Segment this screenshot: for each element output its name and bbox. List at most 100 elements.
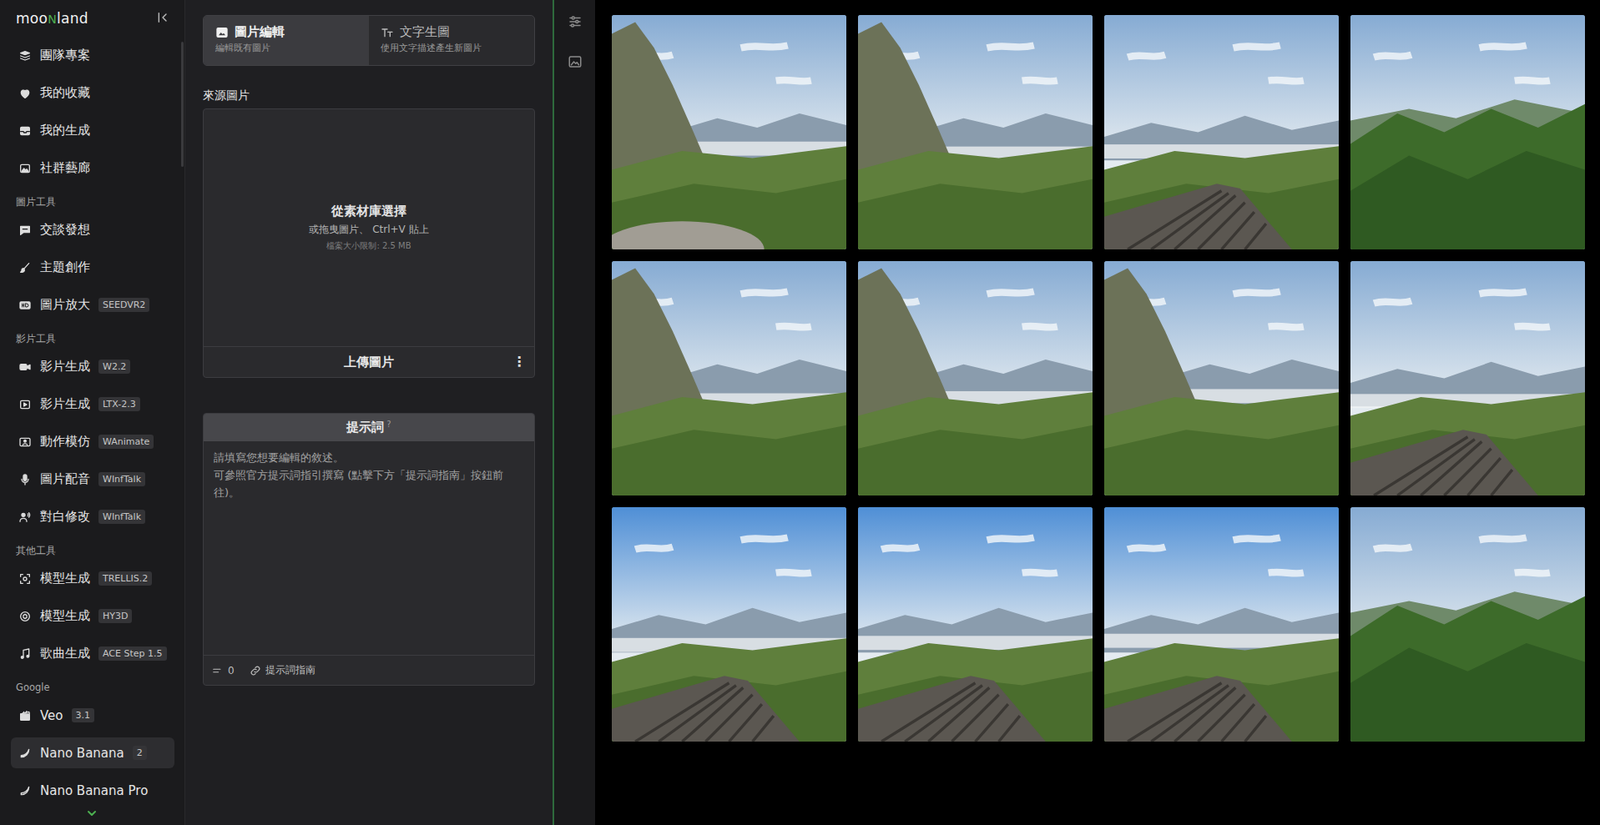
- sidebar-item[interactable]: 模型生成TRELLIS.2: [10, 560, 175, 598]
- sidebar-label: 交談發想: [40, 222, 91, 238]
- speaker-icon: [18, 510, 32, 525]
- sliders-icon: [567, 14, 583, 30]
- video-camera-icon: [18, 360, 32, 374]
- sidebar-item[interactable]: 社群藝廊: [10, 149, 175, 187]
- mode-tab[interactable]: 圖片編輯編輯既有圖片: [203, 15, 369, 66]
- generated-image[interactable]: [1350, 261, 1585, 496]
- mic-icon: [18, 473, 32, 487]
- sidebar-label: 我的收藏: [40, 85, 91, 101]
- prompt-header: 提示詞?: [203, 413, 535, 442]
- sidebar-item[interactable]: 圖片放大 SEEDVR2: [10, 286, 175, 324]
- settings-button[interactable]: [567, 14, 583, 30]
- logo-part: moo: [15, 10, 48, 27]
- generated-image[interactable]: [611, 507, 847, 742]
- prompt-footer: 0提示詞指南: [203, 655, 535, 686]
- prompt-box: 提示詞? 0提示詞指南: [202, 413, 536, 687]
- sidebar-item[interactable]: Veo3.1: [10, 696, 175, 735]
- version-badge: WInfTalk: [98, 472, 146, 487]
- image-grid: [611, 15, 1585, 742]
- logo-row: mooNland: [10, 0, 175, 37]
- image-icon: [215, 25, 229, 40]
- section-header: 圖片工具: [10, 186, 175, 212]
- sidebar-item[interactable]: 影片生成W2.2: [10, 348, 175, 386]
- sidebar-item[interactable]: 主題創作: [10, 248, 175, 287]
- inbox-icon: [18, 124, 32, 138]
- generated-image[interactable]: [611, 15, 847, 250]
- version-badge: WInfTalk: [98, 509, 146, 525]
- scan-icon: [18, 572, 32, 586]
- help-button[interactable]: ?: [386, 419, 391, 430]
- generated-image[interactable]: [1104, 507, 1339, 742]
- logo-part: N: [47, 12, 57, 26]
- tab-title: 文字生圖: [380, 24, 523, 41]
- sidebar-item[interactable]: 影片生成LTX-2.3: [10, 385, 175, 424]
- sidebar-item[interactable]: 交談發想: [10, 211, 175, 249]
- sidebar-label: 歌曲生成: [40, 646, 91, 662]
- generated-image[interactable]: [858, 15, 1093, 250]
- sidebar-item[interactable]: 歌曲生成 ACE Step 1.5: [10, 635, 175, 673]
- generated-image[interactable]: [611, 261, 847, 496]
- hd-icon: [18, 298, 32, 313]
- tab-subtitle: 使用文字描述產生新圖片: [380, 42, 523, 55]
- sidebar-label: 圖片放大: [40, 297, 91, 313]
- sidebar-label: Nano Banana: [40, 746, 125, 762]
- link-icon: [249, 665, 262, 677]
- sidebar-label: 動作模仿: [40, 434, 91, 450]
- mode-tab[interactable]: 文字生圖使用文字描述產生新圖片: [368, 15, 535, 66]
- logo[interactable]: mooNland: [15, 10, 89, 27]
- upload-button[interactable]: 上傳圖片 ⋮: [203, 347, 535, 378]
- section-header: 影片工具: [10, 323, 175, 349]
- drop-zone[interactable]: 從素材庫選擇或拖曳圖片、 Ctrl+V 貼上檔案大小限制: 2.5 MB: [203, 109, 535, 348]
- sidebar-item[interactable]: 團隊專案: [10, 36, 175, 75]
- section-header: 其他工具: [10, 535, 175, 561]
- more-menu-button[interactable]: ⋮: [512, 353, 526, 370]
- sidebar-label: 團隊專案: [40, 47, 91, 64]
- sidebar-label: 對白修改: [40, 509, 91, 525]
- sidebar-label: Nano Banana Pro: [40, 783, 148, 799]
- version-badge: ACE Step 1.5: [98, 646, 167, 662]
- tool-rail: [552, 0, 596, 825]
- prompt-title: 提示詞: [346, 419, 384, 436]
- text-icon: [380, 25, 394, 40]
- chevron-down-icon: [86, 810, 97, 818]
- collapse-button[interactable]: [156, 10, 172, 26]
- guide-link[interactable]: 提示詞指南: [249, 663, 316, 678]
- sidebar-item[interactable]: 我的收藏: [10, 74, 175, 112]
- generated-image[interactable]: [1104, 261, 1339, 496]
- generated-image[interactable]: [1104, 15, 1339, 250]
- banana-icon: [18, 747, 32, 761]
- gallery-button[interactable]: [567, 54, 583, 70]
- motion-icon: [18, 435, 32, 450]
- sidebar-item[interactable]: 模型生成HY3D: [10, 597, 175, 636]
- version-badge: HY3D: [98, 609, 132, 624]
- gallery: [595, 0, 1600, 825]
- sidebar-item[interactable]: 我的生成: [10, 111, 175, 150]
- generated-image[interactable]: [858, 507, 1093, 742]
- clapper-icon: [18, 709, 32, 723]
- sidebar-item[interactable]: 圖片配音 WInfTalk: [10, 460, 175, 499]
- upload-label: 上傳圖片: [343, 354, 394, 371]
- source-label: 來源圖片: [202, 88, 536, 104]
- sidebar-item[interactable]: 動作模仿WAnimate: [10, 423, 175, 461]
- logo-part: land: [56, 10, 89, 27]
- tab-subtitle: 編輯既有圖片: [215, 42, 358, 55]
- scrollbar[interactable]: [181, 41, 184, 167]
- image-icon: [567, 54, 583, 70]
- sidebar-label: 圖片配音: [40, 471, 91, 488]
- sidebar-item[interactable]: 對白修改 WInfTalk: [10, 498, 175, 536]
- sidebar-label: 模型生成: [40, 570, 91, 587]
- prompt-input[interactable]: [203, 441, 535, 656]
- generated-image[interactable]: [1350, 15, 1585, 250]
- sidebar-label: 社群藝廊: [40, 160, 91, 177]
- cube-icon: [18, 610, 32, 624]
- generated-image[interactable]: [1350, 507, 1585, 742]
- sidebar-item[interactable]: Nano Banana 2: [10, 737, 175, 769]
- version-badge: SEEDVR2: [98, 297, 150, 313]
- sidebar-label: 主題創作: [40, 259, 91, 276]
- tab-label: 圖片編輯: [234, 24, 285, 41]
- guide-label: 提示詞指南: [265, 663, 316, 678]
- lines-icon: [211, 665, 224, 677]
- version-badge: 2: [132, 746, 147, 761]
- sidebar-item[interactable]: Nano Banana Pro: [10, 772, 175, 810]
- generated-image[interactable]: [858, 261, 1093, 496]
